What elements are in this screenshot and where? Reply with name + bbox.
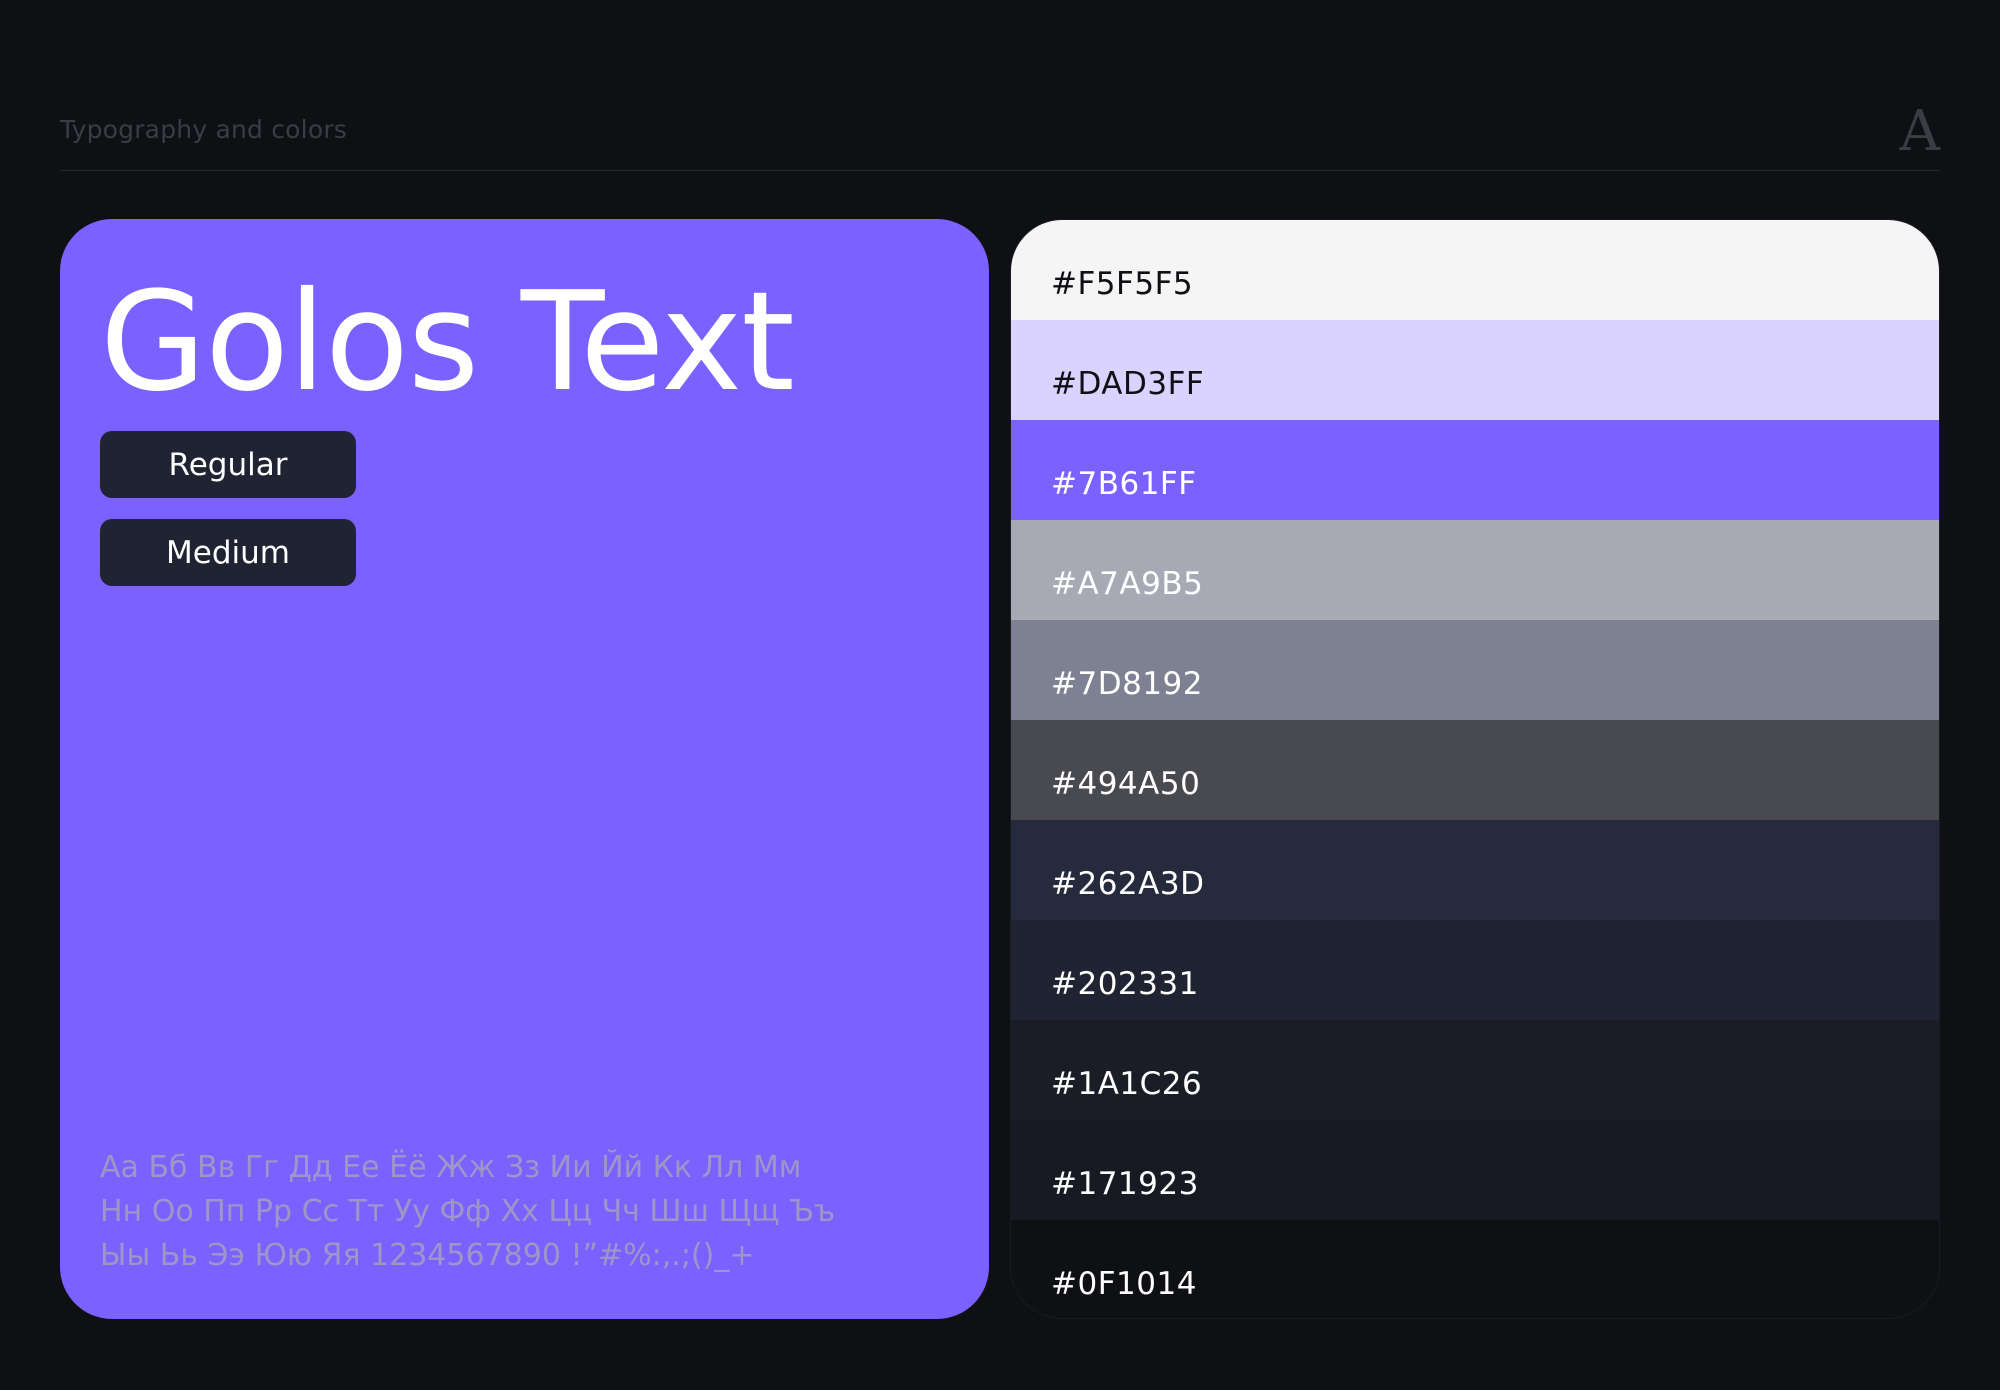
color-swatch: #1A1C26 (1011, 1020, 1939, 1120)
logo-a-icon: A (1899, 99, 1940, 164)
page-header: Typography and colors A (60, 104, 1940, 171)
swatch-hex-label: #202331 (1051, 966, 1199, 1002)
swatch-hex-label: #A7A9B5 (1051, 566, 1204, 602)
color-swatch: #494A50 (1011, 720, 1939, 820)
swatch-hex-label: #7D8192 (1051, 666, 1203, 702)
specimen-line: Аа Бб Вв Гг Дд Ее Ёё Жж Зз Ии Йй Кк Лл М… (100, 1150, 802, 1185)
color-palette: #F5F5F5 #DAD3FF #7B61FF #A7A9B5 #7D8192 … (1010, 219, 1940, 1319)
swatch-hex-label: #0F1014 (1051, 1266, 1197, 1302)
typography-card: Golos Text Regular Medium Аа Бб Вв Гг Дд… (60, 219, 989, 1319)
weight-medium-button[interactable]: Medium (100, 519, 356, 586)
swatch-hex-label: #262A3D (1051, 866, 1205, 902)
color-swatch: #202331 (1011, 920, 1939, 1020)
specimen-line: Нн Оо Пп Рр Сс Тт Уу Фф Хх Цц Чч Шш Щщ Ъ… (100, 1194, 836, 1229)
color-swatch: #262A3D (1011, 820, 1939, 920)
color-swatch: #0F1014 (1011, 1220, 1939, 1318)
specimen-line: Ыы Ьь Ээ Юю Яя 1234567890 !”#%:,.;()_+ (100, 1238, 755, 1273)
color-swatch: #DAD3FF (1011, 320, 1939, 420)
swatch-hex-label: #171923 (1051, 1166, 1199, 1202)
color-swatch: #A7A9B5 (1011, 520, 1939, 620)
color-swatch: #7D8192 (1011, 620, 1939, 720)
swatch-hex-label: #7B61FF (1051, 466, 1197, 502)
weight-regular-button[interactable]: Regular (100, 431, 356, 498)
font-name-heading: Golos Text (100, 263, 795, 422)
swatch-hex-label: #F5F5F5 (1051, 266, 1194, 302)
color-swatch: #7B61FF (1011, 420, 1939, 520)
page-title: Typography and colors (60, 115, 348, 144)
swatch-hex-label: #494A50 (1051, 766, 1201, 802)
swatch-hex-label: #DAD3FF (1051, 366, 1205, 402)
color-swatch: #F5F5F5 (1011, 220, 1939, 320)
swatch-hex-label: #1A1C26 (1051, 1066, 1203, 1102)
color-swatch: #171923 (1011, 1120, 1939, 1220)
glyph-specimen: Аа Бб Вв Гг Дд Ее Ёё Жж Зз Ии Йй Кк Лл М… (100, 1146, 960, 1278)
